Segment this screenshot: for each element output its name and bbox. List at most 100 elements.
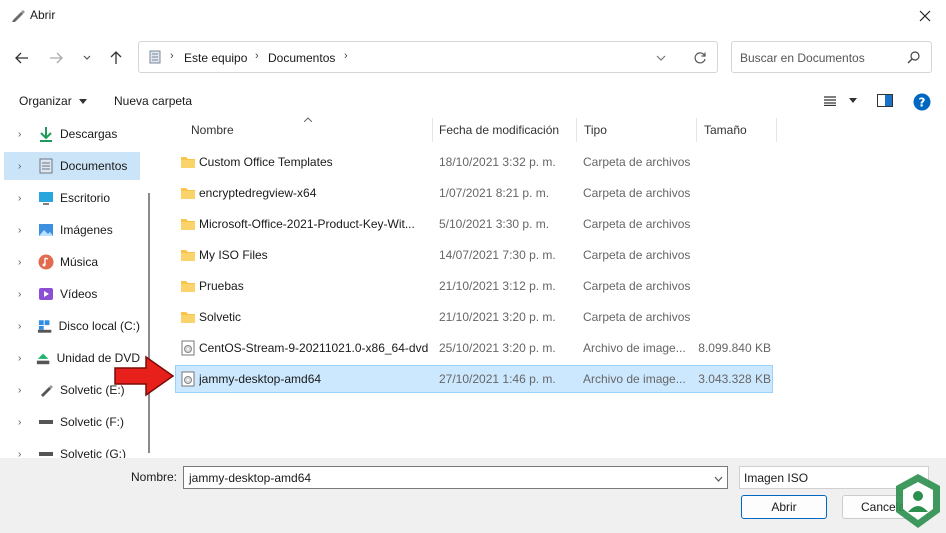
disc-image-icon <box>181 340 195 356</box>
nav-item-label: Disco local (C:) <box>58 319 140 333</box>
expand-chevron-icon[interactable]: › <box>18 193 32 204</box>
up-button[interactable] <box>103 45 129 71</box>
file-name: Custom Office Templates <box>199 155 333 169</box>
file-type: Carpeta de archivos <box>583 186 691 200</box>
file-size: 3.043.328 KB <box>698 372 771 386</box>
sort-ascending-icon <box>304 117 312 122</box>
file-type-value: Imagen ISO <box>744 471 809 485</box>
nav-item-solvetic-f[interactable]: › Solvetic (F:) <box>4 408 140 436</box>
file-row[interactable]: Solvetic 21/10/2021 3:20 p. m. Carpeta d… <box>175 303 773 331</box>
nav-item-disco-local-c[interactable]: › Disco local (C:) <box>4 312 140 340</box>
download-icon <box>40 127 52 142</box>
music-icon <box>38 254 54 270</box>
nav-item-escritorio[interactable]: › Escritorio <box>4 184 140 212</box>
file-row-selected[interactable]: jammy-desktop-amd64 27/10/2021 1:46 p. m… <box>175 365 773 393</box>
folder-icon <box>181 219 195 230</box>
file-name: Microsoft-Office-2021-Product-Key-Wit... <box>199 217 415 231</box>
expand-chevron-icon[interactable]: › <box>18 353 30 364</box>
column-divider[interactable] <box>776 118 777 142</box>
pen-icon <box>12 10 25 22</box>
organize-menu-button[interactable]: Organizar <box>19 94 88 108</box>
nav-item-imagenes[interactable]: › Imágenes <box>4 216 140 244</box>
documents-icon <box>39 158 53 174</box>
breadcrumb-separator-icon: › <box>170 50 174 62</box>
chevron-down-icon <box>83 55 91 60</box>
usb-drive-icon <box>41 385 53 397</box>
navigation-pane: › Descargas › Documentos › Escritorio › … <box>0 116 150 458</box>
title-bar <box>0 0 946 32</box>
search-placeholder: Buscar en Documentos <box>740 51 865 65</box>
search-box[interactable]: Buscar en Documentos <box>731 41 932 73</box>
expand-chevron-icon[interactable]: › <box>18 289 32 300</box>
nav-item-label: Vídeos <box>60 287 98 301</box>
file-date: 21/10/2021 3:12 p. m. <box>439 279 556 293</box>
column-divider[interactable] <box>696 118 697 142</box>
expand-chevron-icon[interactable]: › <box>18 449 32 459</box>
file-type: Carpeta de archivos <box>583 248 691 262</box>
expand-chevron-icon[interactable]: › <box>18 257 32 268</box>
nav-item-videos[interactable]: › Vídeos <box>4 280 140 308</box>
expand-chevron-icon[interactable]: › <box>18 385 32 396</box>
address-bar[interactable]: › Este equipo › Documentos › <box>138 41 718 73</box>
nav-item-label: Solvetic (F:) <box>60 415 125 429</box>
search-icon <box>907 51 920 64</box>
breadcrumb-este-equipo[interactable]: Este equipo <box>184 51 247 65</box>
expand-chevron-icon[interactable]: › <box>18 321 31 332</box>
file-date: 25/10/2021 3:20 p. m. <box>439 341 556 355</box>
nav-item-descargas[interactable]: › Descargas <box>4 120 140 148</box>
file-name-value: jammy-desktop-amd64 <box>189 471 312 485</box>
nav-item-label: Música <box>60 255 99 269</box>
help-icon[interactable]: ? <box>913 93 931 111</box>
preview-pane-icon[interactable] <box>877 94 893 107</box>
breadcrumb-documentos[interactable]: Documentos <box>268 51 335 65</box>
window-title: Abrir <box>30 8 56 22</box>
forward-button[interactable] <box>43 45 69 71</box>
file-name: Pruebas <box>199 279 244 293</box>
nav-item-musica[interactable]: › Música <box>4 248 140 276</box>
column-header-name[interactable]: Nombre <box>191 123 234 137</box>
documents-icon <box>149 50 161 64</box>
file-size: 8.099.840 KB <box>698 341 771 355</box>
file-row[interactable]: Custom Office Templates 18/10/2021 3:32 … <box>175 148 773 176</box>
open-button[interactable]: Abrir <box>741 495 827 519</box>
column-header-date[interactable]: Fecha de modificación <box>439 123 559 137</box>
file-row[interactable]: Microsoft-Office-2021-Product-Key-Wit...… <box>175 210 773 238</box>
close-button[interactable] <box>904 0 946 32</box>
back-button[interactable] <box>9 45 35 71</box>
file-row[interactable]: My ISO Files 14/07/2021 7:30 p. m. Carpe… <box>175 241 773 269</box>
chevron-down-icon[interactable] <box>714 476 723 482</box>
details-view-icon <box>824 96 836 106</box>
file-name-input[interactable]: jammy-desktop-amd64 <box>183 466 728 489</box>
expand-chevron-icon[interactable]: › <box>18 225 32 236</box>
expand-chevron-icon[interactable]: › <box>18 417 32 428</box>
file-type: Archivo de image... <box>583 341 686 355</box>
windows-drive-icon <box>38 320 52 333</box>
file-date: 18/10/2021 3:32 p. m. <box>439 155 556 169</box>
nav-item-documentos[interactable]: › Documentos <box>4 152 140 180</box>
recent-locations-button[interactable] <box>74 45 100 71</box>
nav-item-label: Descargas <box>60 127 118 141</box>
nav-scrollbar[interactable] <box>148 193 150 453</box>
file-row[interactable]: Pruebas 21/10/2021 3:12 p. m. Carpeta de… <box>175 272 773 300</box>
expand-chevron-icon[interactable]: › <box>18 129 32 140</box>
file-name: CentOS-Stream-9-20211021.0-x86_64-dvd1 <box>199 341 429 355</box>
nav-item-solvetic-g[interactable]: › Solvetic (G:) <box>4 440 140 458</box>
folder-icon <box>181 157 195 168</box>
column-header-type[interactable]: Tipo <box>584 123 607 137</box>
caret-down-icon <box>849 98 857 103</box>
arrow-up-icon <box>110 51 122 64</box>
svg-text:?: ? <box>919 96 926 110</box>
column-divider[interactable] <box>576 118 577 142</box>
file-row[interactable]: CentOS-Stream-9-20211021.0-x86_64-dvd1 2… <box>175 334 773 362</box>
file-name: jammy-desktop-amd64 <box>199 372 322 386</box>
file-row[interactable]: encryptedregview-x64 1/07/2021 8:21 p. m… <box>175 179 773 207</box>
column-divider[interactable] <box>432 118 433 142</box>
expand-chevron-icon[interactable]: › <box>18 161 32 172</box>
new-folder-button[interactable]: Nueva carpeta <box>114 94 192 108</box>
brand-logo <box>896 474 940 528</box>
file-name-label: Nombre: <box>131 470 178 484</box>
chevron-down-icon[interactable] <box>656 55 666 61</box>
refresh-icon[interactable] <box>693 51 707 65</box>
column-header-size[interactable]: Tamaño <box>704 123 747 137</box>
view-options-button[interactable] <box>822 93 860 109</box>
